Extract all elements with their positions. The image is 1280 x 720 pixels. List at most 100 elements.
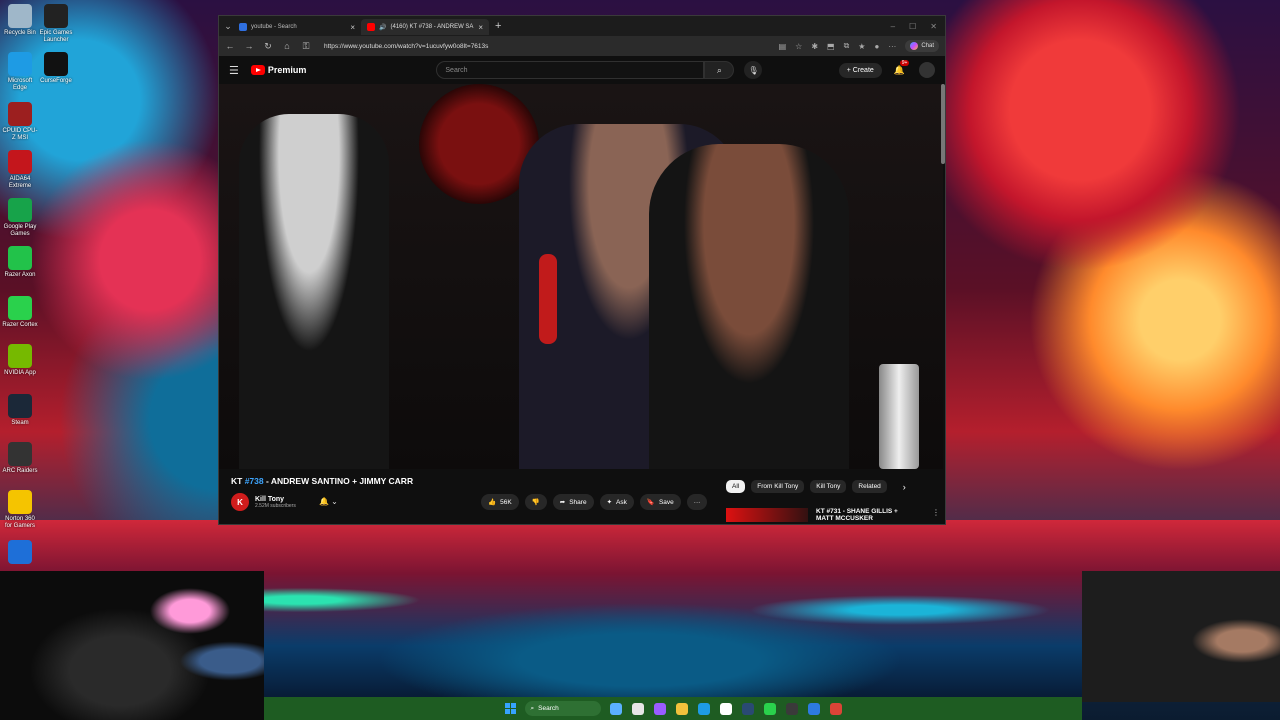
chevron-right-icon[interactable]: › <box>903 482 906 492</box>
app-icon <box>8 394 32 418</box>
url-field[interactable]: https://www.youtube.com/watch?v=1ucuvfyw… <box>324 43 770 50</box>
desktop-icon-label: CurseForge <box>40 78 72 84</box>
channel-avatar[interactable]: K <box>231 493 249 511</box>
ask-button[interactable]: ✦ Ask <box>599 494 634 510</box>
video-player[interactable] <box>219 84 943 469</box>
close-tab-icon[interactable]: × <box>350 23 355 32</box>
taskbar: ⌕ Search <box>264 697 1082 720</box>
desktop-icon[interactable]: Recycle Bin <box>2 4 38 37</box>
forward-icon[interactable]: → <box>244 41 254 51</box>
profile-icon[interactable]: ● <box>874 42 879 51</box>
store-icon[interactable] <box>719 702 732 715</box>
close-tab-icon[interactable]: × <box>478 23 483 32</box>
save-button[interactable]: 🔖 Save <box>639 494 681 510</box>
start-button[interactable] <box>504 703 516 714</box>
razer-icon[interactable] <box>763 702 776 715</box>
tab-video[interactable]: 🔊 (4160) KT #738 - ANDREW SA × <box>361 19 489 35</box>
app-icon-1[interactable] <box>653 702 666 715</box>
widgets-icon[interactable] <box>609 702 622 715</box>
desktop-icon[interactable]: NVIDIA App <box>2 344 38 377</box>
thumbs-down-icon: 👎 <box>531 499 540 506</box>
chip-from-kill-tony[interactable]: From Kill Tony <box>751 480 805 493</box>
file-explorer-icon[interactable] <box>675 702 688 715</box>
home-icon[interactable]: ⌂ <box>282 41 292 51</box>
desktop-icon[interactable]: Razer Axon <box>2 246 38 279</box>
share-button[interactable]: ➦ Share <box>552 494 594 510</box>
desktop-icon[interactable]: Microsoft Edge <box>2 52 38 92</box>
dislike-button[interactable]: 👎 <box>524 494 547 510</box>
desktop-icon[interactable]: CPUID CPU-Z MSI <box>2 102 38 142</box>
youtube-logo[interactable]: Premium <box>250 65 307 75</box>
title-rest: - ANDREW SANTINO + JIMMY CARR <box>263 476 414 486</box>
desktop-icon[interactable]: CurseForge <box>38 52 74 85</box>
edge-icon[interactable] <box>697 702 710 715</box>
page-scrollbar[interactable] <box>941 84 945 164</box>
extension-icon[interactable]: ⬒ <box>827 42 835 51</box>
recommended-title[interactable]: KT #731 - SHANE GILLIS + MATT MCCUSKER <box>816 508 906 522</box>
task-view-icon[interactable] <box>631 702 644 715</box>
close-window-button[interactable]: ✕ <box>930 22 937 31</box>
notifications-button[interactable]: 🔔 9+ <box>894 59 910 76</box>
create-button[interactable]: + Create <box>838 62 882 78</box>
chip-kill-tony[interactable]: Kill Tony <box>810 480 847 493</box>
site-info-icon[interactable]: ⚿ <box>301 41 311 52</box>
refresh-icon[interactable]: ↻ <box>263 41 273 52</box>
read-aloud-icon[interactable]: ▤ <box>779 42 787 51</box>
favorite-star-icon[interactable]: ☆ <box>795 42 802 51</box>
subscription-bell-button[interactable]: 🔔 ⌄ <box>319 497 338 506</box>
app-icon <box>8 540 32 564</box>
desktop-icon[interactable]: Steam <box>2 394 38 427</box>
microphone-icon: 🎙 <box>748 65 759 75</box>
back-icon[interactable]: ← <box>225 41 235 51</box>
voice-search-button[interactable]: 🎙 <box>744 61 763 79</box>
recommended-video[interactable]: KT #731 - SHANE GILLIS + MATT MCCUSKER ⋮ <box>726 508 940 522</box>
recommended-more-icon[interactable]: ⋮ <box>932 508 940 522</box>
logo-text: Premium <box>267 65 307 75</box>
like-button[interactable]: 👍 56K <box>481 494 519 510</box>
recommended-thumbnail[interactable] <box>726 508 808 522</box>
chip-related[interactable]: Related <box>852 480 887 493</box>
copilot-chat-button[interactable]: Chat <box>905 40 939 52</box>
new-tab-button[interactable]: + <box>495 20 501 32</box>
maximize-button[interactable]: ☐ <box>909 22 916 31</box>
channel-name[interactable]: Kill Tony <box>255 496 296 503</box>
extensions-icon[interactable]: ✱ <box>811 42 818 51</box>
taskbar-search[interactable]: ⌕ Search <box>524 701 601 716</box>
tab-title: youtube - Search <box>251 24 297 30</box>
minimize-button[interactable]: – <box>891 22 895 31</box>
more-menu-icon[interactable]: ··· <box>888 42 896 51</box>
desktop-icon[interactable]: Epic Games Launcher <box>38 4 74 44</box>
obs-icon[interactable] <box>785 702 798 715</box>
hashtag-link[interactable]: #738 <box>245 476 264 486</box>
account-avatar[interactable] <box>919 62 935 78</box>
sparkle-icon: ✦ <box>606 499 613 506</box>
create-label: Create <box>852 66 874 74</box>
menu-icon[interactable]: ☰ <box>229 64 239 77</box>
youtube-favicon <box>367 23 375 31</box>
search-input[interactable]: Search <box>436 61 705 79</box>
copilot-label: Chat <box>921 43 934 49</box>
steam-icon[interactable] <box>741 702 754 715</box>
more-actions-button[interactable]: ··· <box>686 494 708 510</box>
desktop-icon[interactable]: ARC Raiders <box>2 442 38 475</box>
desktop-icon-label: NVIDIA App <box>4 370 36 376</box>
desktop-icon[interactable]: Norton 360 for Gamers <box>2 490 38 530</box>
tab-youtube-search[interactable]: youtube - Search × <box>233 19 361 35</box>
youtube-header: ☰ Premium Search ⌕ 🎙 + Create 🔔 9+ <box>219 56 945 84</box>
tab-actions-icon[interactable]: ⌄ <box>223 21 233 32</box>
split-screen-icon[interactable]: ⧉ <box>844 41 850 51</box>
app-icon <box>8 198 32 222</box>
desktop-icon[interactable]: Google Play Games <box>2 198 38 238</box>
speaker-icon: 🔊 <box>379 24 387 31</box>
desktop-icon[interactable]: Razer Cortex <box>2 296 38 329</box>
desktop-icon-label: Microsoft Edge <box>7 78 33 91</box>
chip-all[interactable]: All <box>726 480 746 493</box>
save-label: Save <box>658 498 674 506</box>
app-icon <box>44 4 68 28</box>
favorites-icon[interactable]: ★ <box>858 42 865 51</box>
app-icon-2[interactable] <box>807 702 820 715</box>
chrome-icon[interactable] <box>829 702 842 715</box>
desktop-icon[interactable] <box>2 540 38 566</box>
search-button[interactable]: ⌕ <box>704 61 735 79</box>
desktop-icon[interactable]: AIDA64 Extreme <box>2 150 38 190</box>
